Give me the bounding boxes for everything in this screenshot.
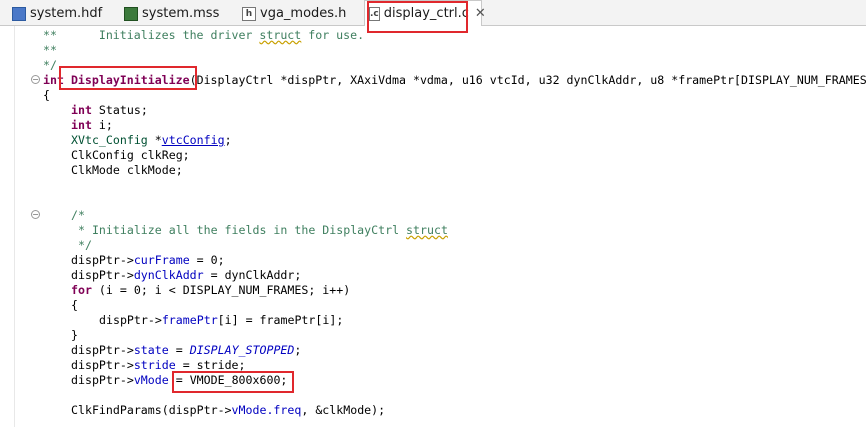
vtcconfig-link[interactable]: vtcConfig (162, 133, 225, 147)
close-icon[interactable]: ✕ (475, 6, 486, 21)
code-line: int i; (71, 118, 113, 132)
fold-collapse-icon[interactable]: − (31, 75, 40, 84)
mss-file-icon (124, 6, 138, 21)
tab-label: system.mss (142, 6, 220, 21)
left-ruler (0, 26, 15, 427)
tab-system-hdf[interactable]: system.hdf (12, 2, 102, 25)
code-line: ClkFindParams(dispPtr->vMode.freq, &clkM… (71, 403, 386, 417)
code-line: * Initialize all the fields in the Displ… (71, 223, 448, 237)
code-line: dispPtr->state = DISPLAY_STOPPED; (71, 343, 302, 357)
code-line: dispPtr->framePtr[i] = framePtr[i]; (99, 313, 344, 327)
code-line: ClkConfig clkReg; (71, 148, 190, 162)
code-line: */ (43, 58, 57, 72)
code-line: } (71, 328, 78, 342)
highlight-box-active-tab (367, 1, 468, 33)
code-line: dispPtr->curFrame = 0; (71, 253, 225, 267)
code-line: /* (71, 208, 85, 222)
code-line: ** (43, 43, 57, 57)
highlight-box-function-name (59, 66, 197, 90)
highlight-box-vmode (172, 371, 294, 393)
code-line: ClkMode clkMode; (71, 163, 183, 177)
code-line: XVtc_Config *vtcConfig; (71, 133, 232, 147)
code-line: { (71, 298, 78, 312)
code-line: int Status; (71, 103, 148, 117)
code-line: */ (71, 238, 92, 252)
code-line: dispPtr->dynClkAddr = dynClkAddr; (71, 268, 302, 282)
tab-label: vga_modes.h (260, 6, 347, 21)
code-line: for (i = 0; i < DISPLAY_NUM_FRAMES; i++) (71, 283, 351, 297)
tab-system-mss[interactable]: system.mss (124, 2, 219, 25)
hdf-file-icon (12, 6, 26, 21)
tab-vga-modes-h[interactable]: h vga_modes.h (242, 2, 346, 25)
tab-label: system.hdf (30, 6, 103, 21)
code-line: { (43, 88, 50, 102)
fold-collapse-icon[interactable]: − (31, 210, 40, 219)
header-file-icon: h (242, 6, 256, 21)
code-line: ** Initializes the driver struct for use… (43, 28, 365, 42)
